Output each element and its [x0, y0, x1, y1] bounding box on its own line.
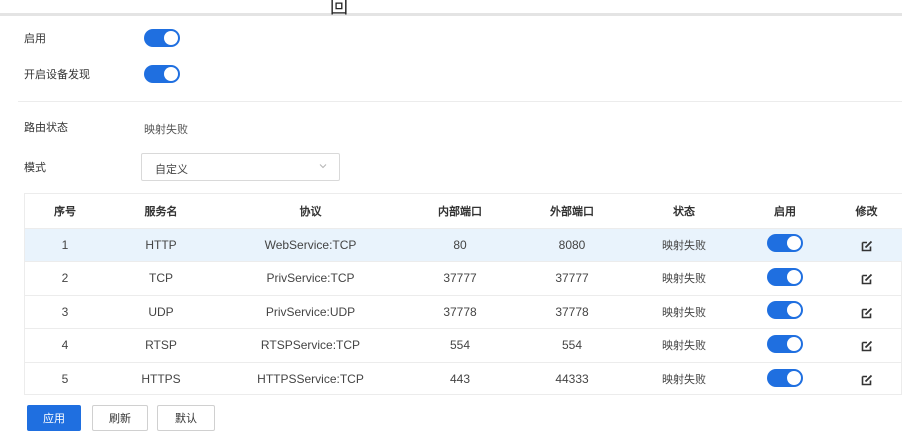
header-service: 服务名 [105, 194, 217, 228]
row-external-port: 554 [561, 338, 583, 353]
row-protocol: PrivService:TCP [266, 271, 355, 286]
row-internal-port: 37778 [443, 304, 477, 319]
row-external-port: 37777 [555, 271, 589, 286]
row-internal-port: 554 [449, 338, 471, 353]
table-row[interactable]: 1 HTTP WebService:TCP 80 8080 映射失败 [25, 228, 902, 262]
row-external-port: 8080 [558, 237, 586, 252]
edit-icon[interactable] [861, 273, 873, 285]
row-status: 映射失败 [662, 374, 706, 386]
header-internal-port: 内部端口 [404, 194, 516, 228]
row-protocol: PrivService:UDP [265, 304, 356, 319]
row-index: 4 [61, 338, 69, 353]
table-row[interactable]: 4 RTSP RTSPService:TCP 554 554 映射失败 [25, 328, 902, 363]
refresh-button[interactable]: 刷新 [92, 405, 148, 431]
row-index: 2 [61, 271, 69, 286]
row-internal-port: 37777 [443, 271, 477, 286]
edit-icon[interactable] [861, 240, 873, 252]
enable-label: 启用 [24, 33, 46, 45]
edit-icon[interactable] [861, 374, 873, 386]
header-external-port: 外部端口 [516, 194, 628, 228]
discovery-toggle[interactable] [144, 65, 180, 83]
header-enable: 启用 [740, 194, 830, 228]
row-edit-cell [830, 329, 902, 363]
row-protocol: HTTPSService:TCP [257, 372, 364, 386]
row-protocol: RTSPService:TCP [260, 338, 361, 353]
row-status: 映射失败 [662, 340, 706, 353]
route-status-row: 路由状态 [24, 117, 68, 137]
row-enable-toggle[interactable] [767, 334, 803, 353]
chevron-down-icon [319, 164, 327, 169]
discovery-row: 开启设备发现 [24, 64, 90, 84]
header-index: 序号 [25, 194, 105, 228]
top-bar: 回 [0, 0, 902, 17]
row-enable-cell [740, 228, 830, 262]
row-service: UDP [148, 304, 174, 319]
edit-icon[interactable] [861, 340, 873, 352]
table-row[interactable]: 5 HTTPS HTTPSService:TCP 443 44333 映射失败 [25, 362, 902, 396]
row-service: HTTP [145, 237, 177, 252]
row-enable-toggle[interactable] [767, 301, 803, 320]
top-fragment-text: 回 [330, 0, 348, 17]
mode-row: 模式 [24, 157, 46, 177]
table-row[interactable]: 3 UDP PrivService:UDP 37778 37778 映射失败 [25, 295, 902, 329]
mode-select[interactable]: 自定义 [141, 153, 340, 181]
table-row[interactable]: 2 TCP PrivService:TCP 37777 37777 映射失败 [25, 261, 902, 296]
row-external-port: 44333 [555, 372, 589, 386]
row-status: 映射失败 [662, 239, 706, 252]
table-header-row: 序号 服务名 协议 内部端口 外部端口 状态 启用 修改 [25, 194, 902, 228]
apply-button[interactable]: 应用 [27, 405, 81, 431]
discovery-label: 开启设备发现 [24, 69, 90, 81]
enable-toggle[interactable] [144, 29, 180, 47]
row-enable-cell [740, 262, 830, 296]
row-enable-toggle[interactable] [767, 234, 803, 253]
row-edit-cell [830, 228, 902, 262]
row-status: 映射失败 [662, 306, 706, 319]
section-divider [18, 101, 902, 102]
mode-label: 模式 [24, 162, 46, 174]
enable-row: 启用 [24, 28, 46, 48]
default-button[interactable]: 默认 [157, 405, 215, 431]
row-service: RTSP [145, 338, 177, 353]
route-status-label: 路由状态 [24, 122, 68, 134]
edit-icon[interactable] [861, 307, 873, 319]
row-enable-toggle[interactable] [767, 267, 803, 286]
row-enable-cell [740, 362, 830, 396]
row-protocol: WebService:TCP [264, 237, 357, 252]
row-status: 映射失败 [662, 273, 706, 286]
row-edit-cell [830, 362, 902, 396]
route-status-value: 映射失败 [144, 124, 188, 136]
row-edit-cell [830, 262, 902, 296]
header-edit: 修改 [830, 194, 902, 228]
row-index: 3 [61, 304, 69, 319]
port-mapping-table: 序号 服务名 协议 内部端口 外部端口 状态 启用 修改 1 HTTP WebS… [24, 193, 902, 395]
row-edit-cell [830, 295, 902, 329]
row-external-port: 37778 [555, 304, 589, 319]
row-enable-cell [740, 329, 830, 363]
row-enable-cell [740, 295, 830, 329]
row-service: TCP [149, 271, 173, 286]
row-index: 5 [61, 372, 69, 386]
row-internal-port: 80 [453, 237, 467, 252]
row-service: HTTPS [141, 372, 181, 386]
header-protocol: 协议 [217, 194, 404, 228]
row-internal-port: 443 [449, 372, 471, 386]
header-status: 状态 [628, 194, 740, 228]
row-enable-toggle[interactable] [767, 368, 803, 387]
row-index: 1 [61, 237, 69, 252]
mode-select-value: 自定义 [155, 164, 188, 176]
